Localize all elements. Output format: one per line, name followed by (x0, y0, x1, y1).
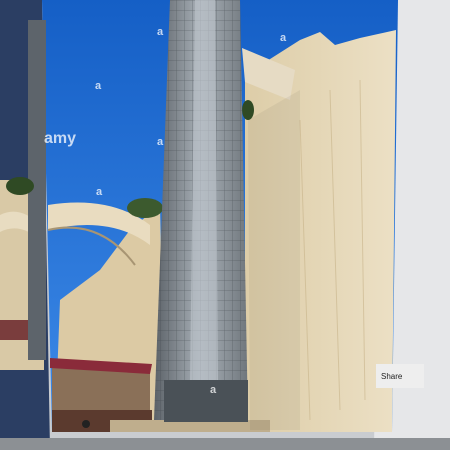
watermark-letter: a (280, 32, 287, 44)
tree (6, 177, 34, 195)
tree (127, 198, 163, 218)
watermark-fragment: amy (44, 130, 77, 147)
watermark-letter: a (157, 26, 164, 38)
watermark-letter: a (96, 186, 103, 198)
watermark-letter: a (210, 384, 217, 396)
tower-base (164, 380, 248, 422)
person (82, 420, 90, 428)
thumbnail-roof (0, 320, 30, 340)
share-button[interactable]: Share (376, 364, 424, 388)
wall-shadow (248, 90, 300, 430)
tree (242, 100, 254, 120)
watermark-letter: a (95, 80, 102, 92)
watermark-letter: a (157, 136, 164, 148)
monitor-bezel (0, 438, 450, 450)
